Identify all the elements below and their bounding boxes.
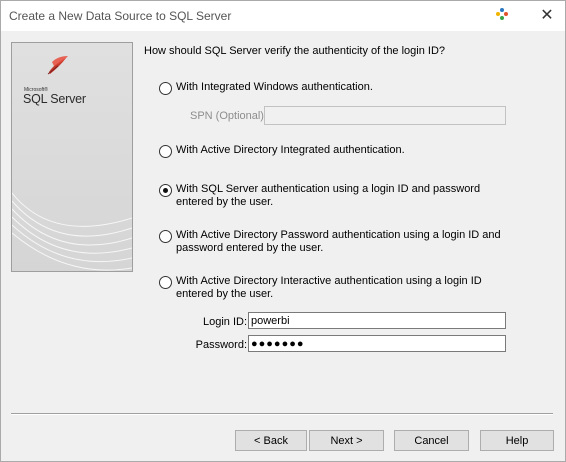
radio-button-selected[interactable]	[159, 184, 172, 197]
login-id-label: Login ID:	[202, 316, 247, 328]
radio-button[interactable]	[159, 82, 172, 95]
separator	[11, 413, 553, 415]
spn-field[interactable]	[264, 106, 506, 125]
radio-integrated-windows[interactable]: With Integrated Windows authentication.	[159, 81, 516, 95]
cancel-button[interactable]: Cancel	[394, 430, 469, 451]
sql-server-logo-icon	[47, 56, 68, 75]
radio-ad-password[interactable]: With Active Directory Password authentic…	[159, 229, 516, 255]
close-button[interactable]: ✕	[534, 4, 560, 26]
sql-server-logo-panel: Microsoft® SQL Server	[11, 42, 133, 272]
pinwheel-icon	[496, 8, 508, 20]
spn-label: SPN (Optional):	[190, 110, 268, 122]
radio-button[interactable]	[159, 145, 172, 158]
back-button[interactable]: < Back	[235, 430, 307, 451]
radio-label: With Active Directory Password authentic…	[176, 229, 501, 254]
window-title: Create a New Data Source to SQL Server	[9, 9, 232, 23]
radio-label: With Active Directory Integrated authent…	[176, 144, 405, 156]
help-button[interactable]: Help	[480, 430, 554, 451]
radio-label: With Active Directory Interactive authen…	[176, 275, 482, 300]
sql-server-wordmark: SQL Server	[23, 92, 86, 106]
password-input[interactable]: ●●●●●●●	[248, 335, 506, 352]
dialog-window: Create a New Data Source to SQL Server ✕…	[0, 0, 566, 462]
radio-label: With Integrated Windows authentication.	[176, 81, 373, 93]
radio-label: With SQL Server authentication using a l…	[176, 183, 481, 208]
next-button[interactable]: Next >	[309, 430, 384, 451]
radio-ad-interactive[interactable]: With Active Directory Interactive authen…	[159, 275, 516, 301]
decorative-waves	[12, 192, 132, 271]
close-icon: ✕	[540, 7, 554, 24]
radio-sql-server-auth[interactable]: With SQL Server authentication using a l…	[159, 183, 516, 209]
question-text: How should SQL Server verify the authent…	[144, 45, 446, 57]
radio-button[interactable]	[159, 276, 172, 289]
login-id-input[interactable]: powerbi	[248, 312, 506, 329]
title-bar: Create a New Data Source to SQL Server ✕	[1, 1, 565, 31]
radio-ad-integrated[interactable]: With Active Directory Integrated authent…	[159, 144, 516, 158]
password-label: Password:	[195, 339, 247, 351]
radio-button[interactable]	[159, 230, 172, 243]
